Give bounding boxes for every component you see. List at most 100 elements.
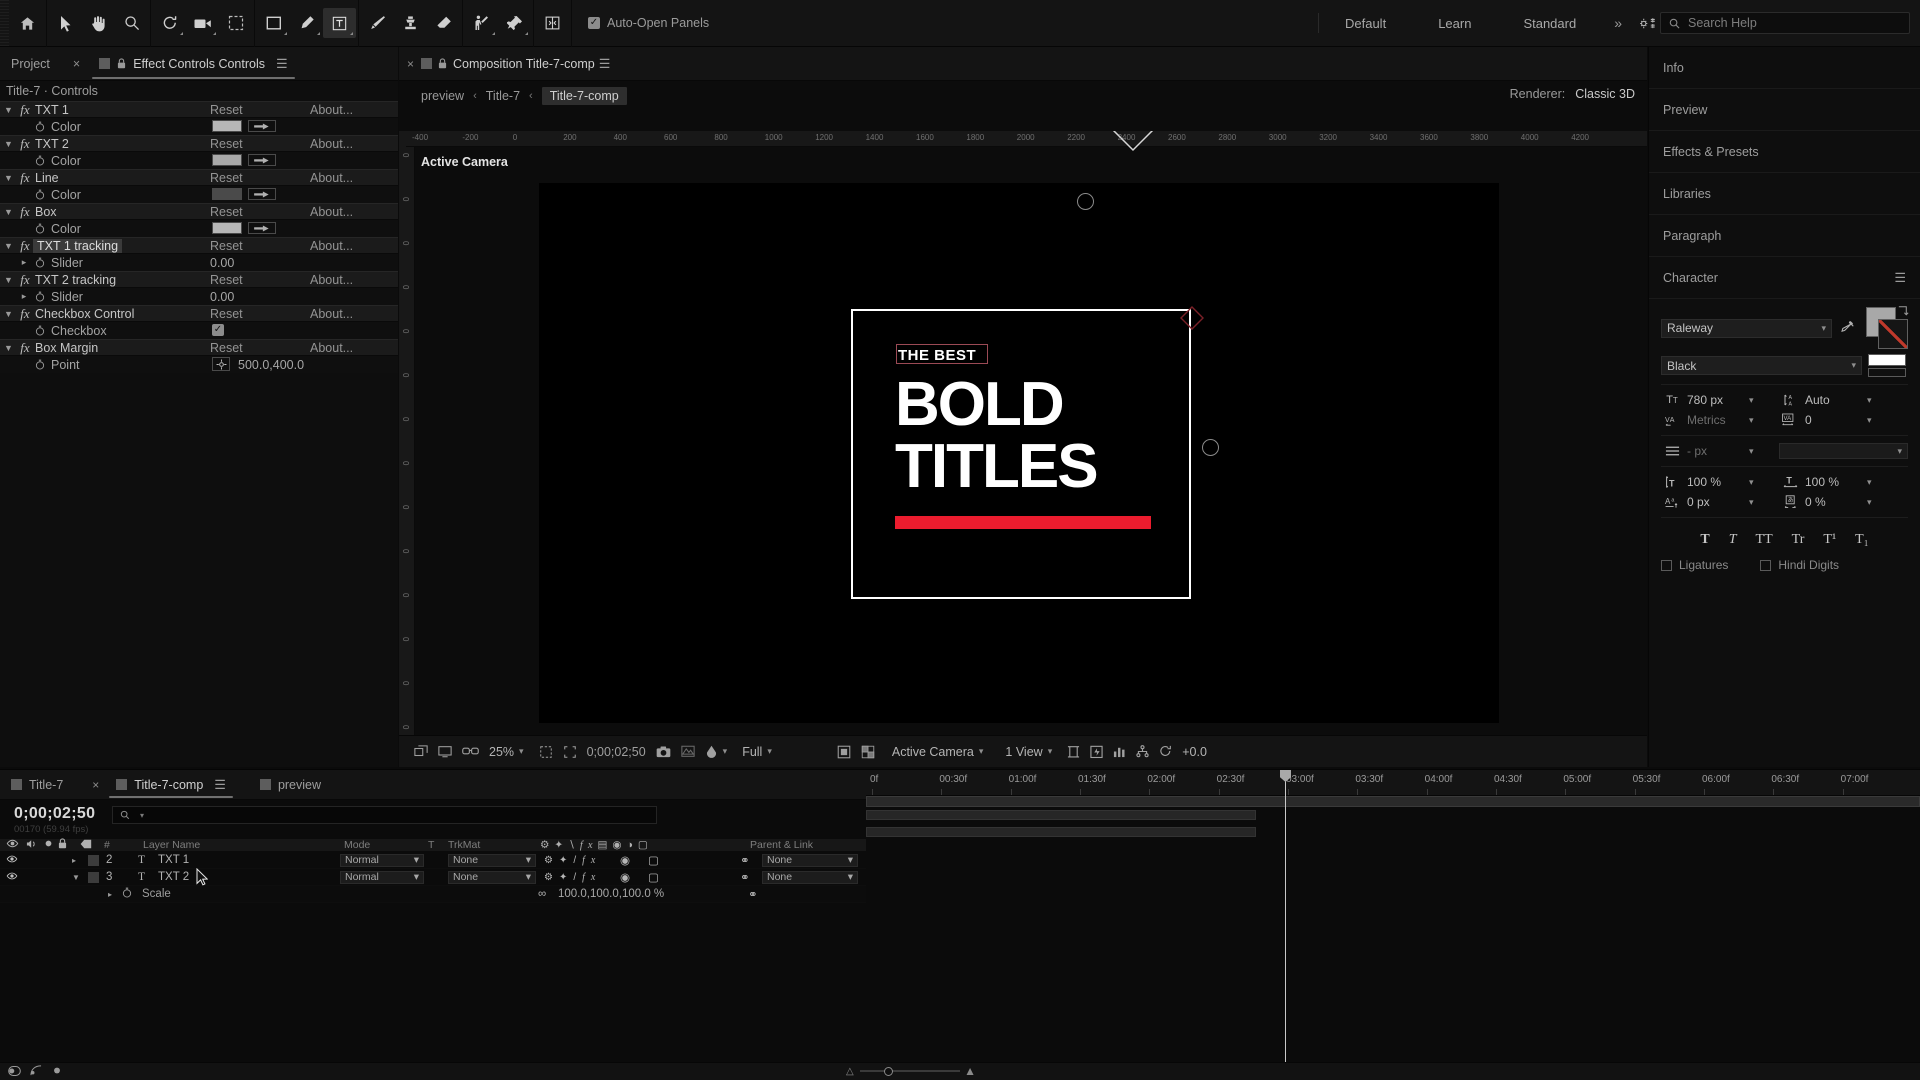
parent-pickwhip-icon[interactable]: ⚭ [748,887,758,901]
column-layername-header[interactable]: Layer Name [143,839,200,851]
stopwatch-icon[interactable] [31,189,49,200]
view-count-dropdown-icon[interactable]: ▾ [1048,746,1063,757]
hindi-digits-checkbox[interactable] [1760,559,1772,571]
chevron-down-icon[interactable]: ▾ [140,811,144,820]
layer-visibility-icon[interactable] [6,871,18,883]
breadcrumb-title7[interactable]: Title-7 [486,89,520,103]
eyedropper-icon[interactable] [248,188,276,200]
no-fill-swatch[interactable] [1868,354,1906,366]
parent-pickwhip-icon[interactable]: ⚭ [740,870,750,884]
motion-blur-icon[interactable] [51,1065,63,1079]
effect-property-row[interactable]: Color [0,220,398,237]
view-camera-value[interactable]: Active Camera [880,745,979,759]
pixel-aspect-icon[interactable] [1062,742,1085,762]
work-area-bar[interactable] [866,796,1920,807]
effect-twirl-icon[interactable]: ▼ [0,139,17,149]
effect-reset-button[interactable]: Reset [210,103,243,117]
close-icon[interactable]: × [92,778,99,792]
effect-property-row[interactable]: Color [0,186,398,203]
resolution-dropdown-icon[interactable]: ▾ [767,746,832,757]
stroke-color-swatch[interactable] [1878,319,1908,349]
type-tool-icon[interactable] [323,8,356,38]
layer-name[interactable]: TXT 1 [158,854,189,866]
layer-mode-select[interactable]: Normal ▾ [340,853,424,867]
faux-bold-button[interactable]: T [1700,532,1709,548]
timeline-tab-preview[interactable]: preview [249,770,332,800]
effect-name[interactable]: Box Margin [33,341,98,355]
resolution-value[interactable]: Full [737,745,767,759]
shape-tool-icon[interactable] [257,8,290,38]
effect-twirl-icon[interactable]: ▼ [0,241,17,251]
stroke-style-select[interactable]: ▾ [1779,443,1908,459]
camera-tool-icon[interactable] [186,8,219,38]
column-t-header[interactable]: T [428,839,434,851]
eraser-tool-icon[interactable] [427,8,460,38]
toggle-switches-modes-icon[interactable] [8,1065,21,1079]
chevron-down-icon[interactable]: ▾ [1749,497,1761,508]
color-swatch[interactable] [212,222,242,234]
black-swatch[interactable] [1868,368,1906,377]
clone-stamp-tool-icon[interactable] [394,8,427,38]
pen-tool-icon[interactable] [290,8,323,38]
layer-trkmat-select[interactable]: None ▾ [448,870,536,884]
layer-duration-bar[interactable] [866,827,1256,837]
vertical-scale-value[interactable]: 100 % [1687,475,1745,489]
stopwatch-icon[interactable] [31,257,49,268]
workspace-learn[interactable]: Learn [1412,0,1497,47]
effect-row[interactable]: ▼ fx TXT 2 Reset About... [0,135,398,152]
column-index-header[interactable]: # [104,839,110,851]
layer-search-input[interactable]: ▾ [112,806,657,824]
lock-switch-icon[interactable] [58,838,67,852]
zoom-tool-icon[interactable] [115,8,148,38]
effect-reset-button[interactable]: Reset [210,239,243,253]
selection-tool-icon[interactable] [49,8,82,38]
sidebar-panel-libraries[interactable]: Libraries [1649,173,1920,215]
lock-icon[interactable] [117,58,126,69]
leading-value[interactable]: Auto [1805,393,1863,407]
parent-pickwhip-icon[interactable]: ⚭ [740,853,750,867]
chevron-down-icon[interactable]: ▾ [1867,415,1879,426]
effect-property-row[interactable]: Checkbox ✓ [0,322,398,339]
timeline-ruler[interactable]: 0f 00:30f 01:00f 01:30f 02:00f 02:30f 03:00f 03… [866,770,1920,796]
toggle-transparency-icon[interactable] [433,742,457,762]
lock-icon[interactable] [438,58,447,69]
graph-editor-icon[interactable] [30,1064,42,1079]
effect-twirl-icon[interactable]: ▼ [0,275,17,285]
zoom-slider-knob[interactable] [884,1066,893,1076]
effect-about-button[interactable]: About... [310,103,353,117]
effect-row[interactable]: ▼ fx Checkbox Control Reset About... [0,305,398,322]
renderer-value[interactable]: Classic 3D [1575,87,1635,101]
chevron-down-icon[interactable]: ▾ [1749,395,1761,406]
tracking-value[interactable]: 0 [1805,413,1863,427]
panel-menu-icon[interactable]: ☰ [1894,270,1906,286]
layer-switches[interactable]: ⚙✦/fx [544,855,601,866]
effect-name[interactable]: TXT 2 [33,137,69,151]
timeline-zoom-slider[interactable]: △ ▲ [846,1064,976,1078]
property-value[interactable]: 0.00 [210,290,234,304]
font-size-value[interactable]: 780 px [1687,393,1745,407]
layer-parent-select[interactable]: None ▾ [762,870,858,884]
breadcrumb-current[interactable]: Title-7-comp [541,87,627,105]
effect-twirl-icon[interactable]: ▼ [0,207,17,217]
baseline-shift-value[interactable]: 0 px [1687,495,1745,509]
effect-about-button[interactable]: About... [310,273,353,287]
timeline-tab-title7[interactable]: Title-7 [0,770,74,800]
composition-timecode[interactable]: 0;00;02;50 [582,745,651,759]
snapshot-camera-icon[interactable] [651,742,676,762]
exposure-reset-icon[interactable] [1154,742,1177,762]
eyedropper-icon[interactable] [248,154,276,166]
zoom-dropdown-icon[interactable]: ▾ [519,746,534,757]
timeline-graph-area[interactable]: 0f 00:30f 01:00f 01:30f 02:00f 02:30f 03:00f 03… [866,770,1920,1080]
search-help-input[interactable]: Search Help [1660,12,1910,34]
property-value[interactable]: 0.00 [210,256,234,270]
always-preview-icon[interactable] [409,742,433,762]
effect-about-button[interactable]: About... [310,171,353,185]
toggle-panels-icon[interactable] [536,8,569,38]
layer-twirl-icon[interactable]: ▼ [72,873,80,882]
all-caps-button[interactable]: TT [1756,532,1773,548]
rotation-tool-icon[interactable] [153,8,186,38]
color-swatch[interactable] [212,154,242,166]
effect-twirl-icon[interactable]: ▼ [0,309,17,319]
effect-about-button[interactable]: About... [310,307,353,321]
small-caps-button[interactable]: Tr [1792,532,1805,548]
